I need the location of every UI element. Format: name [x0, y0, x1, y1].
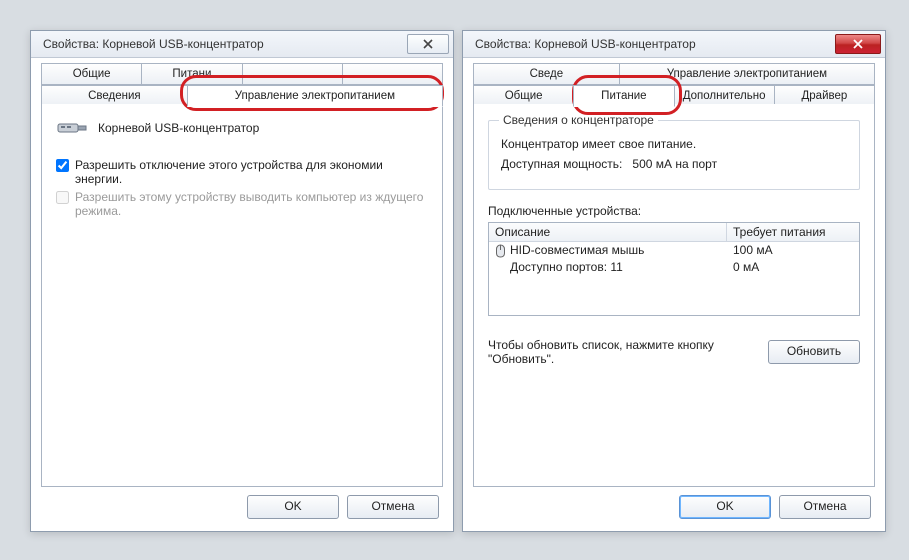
close-button-right[interactable] [835, 34, 881, 54]
tab-power-management-left[interactable]: Управление электропитанием [187, 85, 443, 107]
allow-wake-checkbox [56, 191, 69, 204]
tab-placeholder-left-2[interactable] [342, 63, 443, 85]
allow-power-off-label: Разрешить отключение этого устройства дл… [75, 158, 428, 186]
list-header-power[interactable]: Требует питания [727, 223, 859, 241]
usb-hub-icon [56, 116, 88, 140]
hub-info-legend: Сведения о концентраторе [499, 113, 658, 127]
title-right: Свойства: Корневой USB-концентратор [475, 37, 696, 51]
titlebar-right: Свойства: Корневой USB-концентратор [463, 31, 885, 58]
tab-panel-power-management: Корневой USB-концентратор Разрешить откл… [41, 104, 443, 487]
titlebar-left: Свойства: Корневой USB-концентратор [31, 31, 453, 58]
hub-info-power-value: 500 мА на порт [632, 157, 717, 171]
cancel-button-right[interactable]: Отмена [779, 495, 871, 519]
tab-power-management-right[interactable]: Управление электропитанием [619, 63, 875, 85]
tab-power-left[interactable]: Питани [141, 63, 242, 85]
list-item[interactable]: Доступно портов: 11 0 мА [489, 259, 859, 276]
allow-power-off-checkbox[interactable] [56, 159, 69, 172]
allow-power-off-row[interactable]: Разрешить отключение этого устройства дл… [56, 158, 428, 186]
allow-wake-row: Разрешить этому устройству выводить комп… [56, 190, 428, 218]
close-button-left[interactable] [407, 34, 449, 54]
list-item-power: 100 мА [727, 242, 859, 259]
list-item-name: Доступно портов: 11 [510, 259, 623, 276]
refresh-button[interactable]: Обновить [768, 340, 860, 364]
close-icon [422, 39, 434, 49]
hub-info-groupbox: Сведения о концентраторе Концентратор им… [488, 120, 860, 190]
hub-info-power-label: Доступная мощность: [501, 157, 622, 171]
mouse-icon [495, 244, 506, 258]
list-item[interactable]: HID-совместимая мышь 100 мА [489, 242, 859, 259]
cancel-button-left[interactable]: Отмена [347, 495, 439, 519]
title-left: Свойства: Корневой USB-концентратор [43, 37, 264, 51]
tab-power-right[interactable]: Питание [573, 85, 674, 107]
ok-button-left[interactable]: OK [247, 495, 339, 519]
refresh-hint: Чтобы обновить список, нажмите кнопку "О… [488, 338, 768, 366]
connected-devices-list[interactable]: Описание Требует питания HID-совмести [488, 222, 860, 316]
tab-panel-power: Сведения о концентраторе Концентратор им… [473, 104, 875, 487]
tab-general-left[interactable]: Общие [41, 63, 142, 85]
list-item-name: HID-совместимая мышь [510, 242, 644, 259]
connected-devices-label: Подключенные устройства: [488, 204, 860, 218]
list-header-description[interactable]: Описание [489, 223, 727, 241]
hub-info-line2: Доступная мощность: 500 мА на порт [501, 157, 847, 171]
device-name-label: Корневой USB-концентратор [98, 121, 259, 135]
allow-wake-label: Разрешить этому устройству выводить комп… [75, 190, 428, 218]
dialog-right: Свойства: Корневой USB-концентратор Свед… [462, 30, 886, 532]
close-icon [852, 39, 864, 49]
tab-details-right[interactable]: Сведе [473, 63, 620, 85]
ok-button-right[interactable]: OK [679, 495, 771, 519]
list-item-power: 0 мА [727, 259, 859, 276]
dialog-left: Свойства: Корневой USB-концентратор Общи… [30, 30, 454, 532]
tab-placeholder-left-1[interactable] [242, 63, 343, 85]
hub-info-line1: Концентратор имеет свое питание. [501, 137, 847, 151]
